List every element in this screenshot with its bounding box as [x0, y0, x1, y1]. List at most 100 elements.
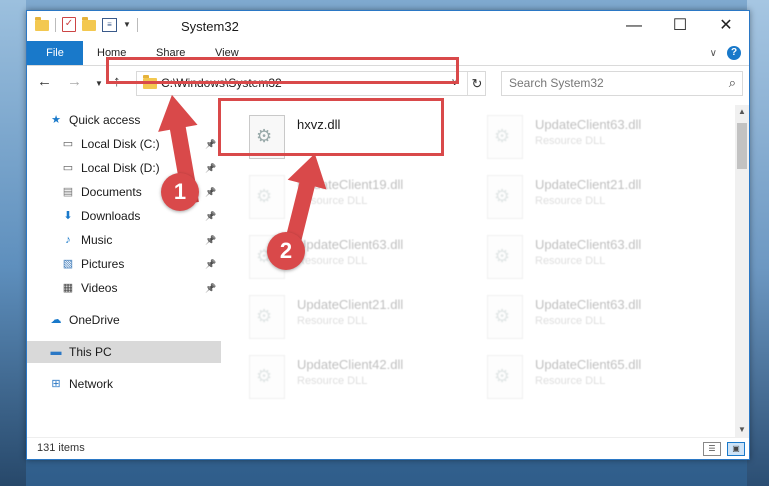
file-item[interactable]: UpdateClient65.dll Resource DLL	[471, 351, 701, 407]
file-type: Resource DLL	[535, 135, 606, 147]
download-icon: ⬇	[63, 210, 73, 222]
forward-arrow-icon[interactable]: →	[67, 73, 82, 90]
star-icon: ★	[51, 114, 61, 126]
file-name: UpdateClient21.dll	[297, 297, 404, 312]
sidebar-item-label: OneDrive	[69, 313, 120, 327]
sidebar-item-label: Downloads	[81, 209, 141, 223]
sidebar-item-this-pc[interactable]: ▬ This PC	[27, 341, 221, 363]
sidebar-item-label: Local Disk (D:)	[81, 161, 160, 175]
dll-file-icon	[487, 295, 523, 339]
file-type: Resource DLL	[297, 315, 368, 327]
documents-icon: ▤	[62, 186, 74, 198]
desktop-background-right	[747, 0, 769, 486]
file-item[interactable]: UpdateClient63.dll Resource DLL	[471, 291, 701, 347]
sidebar-item-label: This PC	[69, 345, 112, 359]
sidebar-item-music[interactable]: ♪ Music 📌	[27, 229, 221, 251]
toolbar-separator	[55, 17, 56, 32]
pin-icon[interactable]: 📌	[205, 277, 216, 299]
close-button[interactable]: ✕	[703, 11, 749, 41]
file-type: Resource DLL	[535, 375, 606, 387]
sidebar-item-label: Quick access	[69, 113, 141, 127]
item-count: 131 items	[37, 442, 85, 454]
sidebar-item-label: Videos	[81, 281, 118, 295]
file-name: UpdateClient21.dll	[535, 177, 642, 192]
large-icons-view-icon[interactable]: ▣	[727, 442, 745, 456]
help-icon[interactable]: ?	[727, 46, 741, 60]
sidebar-item-label: Local Disk (C:)	[81, 137, 160, 151]
file-type: Resource DLL	[297, 375, 368, 387]
dll-file-icon	[487, 115, 523, 159]
file-name: UpdateClient63.dll	[535, 237, 642, 252]
chevron-down-icon[interactable]: ▼	[123, 20, 131, 29]
file-type: Resource DLL	[535, 195, 606, 207]
step-1-badge: 1	[161, 173, 199, 211]
properties-check-icon[interactable]: ✓	[62, 17, 76, 32]
file-item[interactable]: UpdateClient21.dll Resource DLL	[233, 291, 463, 347]
pictures-icon: ▧	[62, 258, 74, 270]
back-arrow-icon[interactable]: ←	[37, 73, 52, 90]
view-switcher: ☰ ▣	[703, 442, 745, 456]
new-folder-icon[interactable]	[82, 17, 96, 31]
dll-file-icon	[487, 175, 523, 219]
drive-icon: ▭	[62, 138, 74, 150]
scroll-thumb[interactable]	[737, 123, 747, 169]
sidebar-item-label: Documents	[81, 185, 142, 199]
title-bar: ✓ ≡ ▼ System32 — ☐ ✕	[27, 11, 749, 41]
file-name: UpdateClient42.dll	[297, 357, 404, 372]
music-icon: ♪	[65, 234, 71, 246]
folder-icon	[35, 17, 49, 31]
file-item[interactable]: UpdateClient63.dll Resource DLL	[471, 111, 701, 167]
file-item[interactable]: UpdateClient63.dll Resource DLL	[471, 231, 701, 287]
sidebar-item-label: Pictures	[81, 257, 125, 271]
videos-icon: ▦	[62, 282, 74, 294]
dll-file-icon	[487, 355, 523, 399]
sidebar-item-label: Network	[69, 377, 114, 391]
scroll-up-icon[interactable]: ▲	[735, 105, 749, 119]
address-highlight-box	[106, 57, 459, 84]
sidebar-item-videos[interactable]: ▦ Videos 📌	[27, 277, 221, 299]
file-name: UpdateClient65.dll	[535, 357, 642, 372]
tab-file[interactable]: File	[27, 41, 83, 65]
dll-file-icon	[487, 235, 523, 279]
file-name: UpdateClient63.dll	[535, 117, 642, 132]
file-item[interactable]: UpdateClient42.dll Resource DLL	[233, 351, 463, 407]
expand-ribbon-icon[interactable]: ∨	[710, 48, 717, 59]
minimize-button[interactable]: —	[611, 11, 657, 41]
toolbar-separator	[136, 17, 138, 32]
recent-locations-icon[interactable]: ▼	[95, 79, 103, 88]
file-item[interactable]: UpdateClient21.dll Resource DLL	[471, 171, 701, 227]
vertical-scrollbar[interactable]: ▲ ▼	[735, 105, 749, 437]
search-icon: ⌕	[728, 75, 736, 90]
refresh-button[interactable]: ↻	[467, 72, 486, 95]
file-name: UpdateClient63.dll	[535, 297, 642, 312]
sidebar-item-network[interactable]: ⊞ Network	[27, 373, 221, 395]
network-icon: ⊞	[51, 378, 61, 390]
details-view-icon[interactable]: ☰	[703, 442, 721, 456]
pin-icon[interactable]: 📌	[205, 229, 216, 251]
drive-icon: ▭	[62, 162, 74, 174]
file-item[interactable]: UpdateClient63.dllResource DLL	[233, 231, 463, 287]
step-2-badge: 2	[267, 232, 305, 270]
sidebar-item-onedrive[interactable]: ☁ OneDrive	[27, 309, 221, 331]
pin-icon[interactable]: 📌	[205, 253, 216, 275]
file-item[interactable]: UpdateClient19.dllResource DLL	[233, 171, 463, 227]
customize-icon[interactable]: ≡	[102, 17, 117, 32]
search-placeholder: Search System32	[509, 76, 604, 90]
file-highlight-box	[218, 98, 444, 156]
file-type: Resource DLL	[535, 255, 606, 267]
desktop-background-left	[0, 0, 26, 486]
quick-access-toolbar: ✓ ≡ ▼	[35, 17, 138, 32]
cloud-icon: ☁	[50, 314, 62, 326]
search-input[interactable]: Search System32 ⌕	[501, 71, 743, 96]
sidebar-item-label: Music	[81, 233, 113, 247]
status-bar: 131 items ☰ ▣	[27, 437, 749, 460]
file-type: Resource DLL	[535, 315, 606, 327]
sidebar-item-pictures[interactable]: ▧ Pictures 📌	[27, 253, 221, 275]
ribbon-right-controls: ∨ ?	[710, 46, 741, 60]
computer-icon: ▬	[50, 346, 62, 358]
scroll-down-icon[interactable]: ▼	[735, 423, 749, 437]
maximize-button[interactable]: ☐	[657, 11, 703, 41]
dll-file-icon	[249, 355, 285, 399]
dll-file-icon	[249, 295, 285, 339]
window-title: System32	[181, 19, 239, 34]
